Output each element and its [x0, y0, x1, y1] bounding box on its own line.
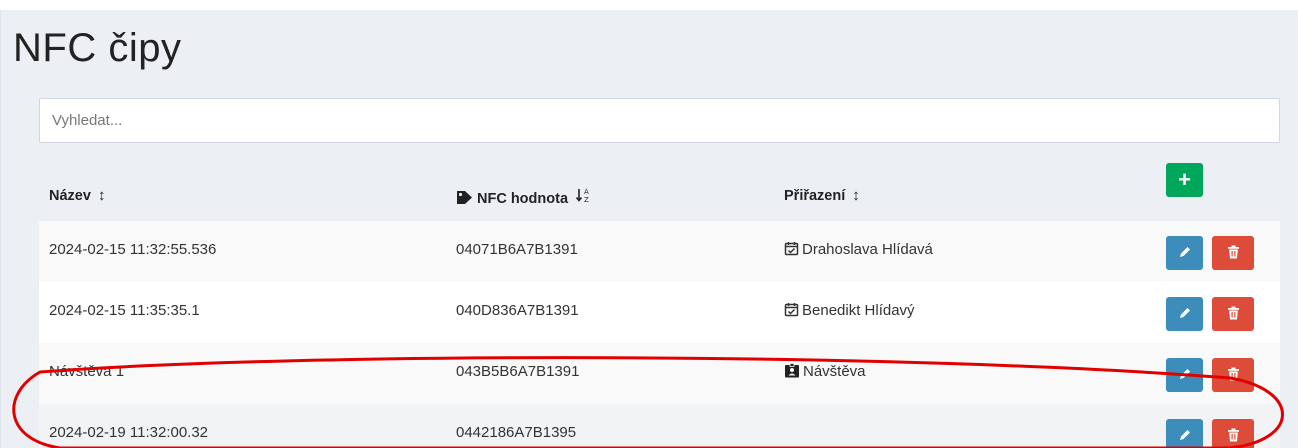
pencil-icon [1178, 306, 1192, 323]
row-assignment-label: Návštěva [803, 363, 866, 380]
column-header-nfc[interactable]: NFC hodnota AZ [456, 187, 591, 209]
delete-button[interactable] [1212, 297, 1254, 331]
column-header-name[interactable]: Název ↕ [49, 187, 105, 204]
row-nfc: 0442186A7B1395 [456, 424, 577, 441]
delete-button[interactable] [1212, 419, 1254, 448]
calendar-check-icon [784, 241, 799, 260]
sort-icon: ↕ [97, 187, 106, 204]
content-panel: NFC čipy Název ↕ NFC hodnota AZ Přiřazen… [0, 10, 1298, 448]
sort-alpha-down-icon: AZ [575, 187, 591, 207]
trash-icon [1227, 367, 1240, 384]
svg-text:Z: Z [584, 196, 589, 203]
table-row: 2024-02-15 11:35:35.1 040D836A7B1391 Ben… [39, 282, 1280, 343]
pencil-icon [1178, 367, 1192, 384]
sort-icon: ↕ [852, 187, 860, 204]
trash-icon [1227, 306, 1240, 323]
id-badge-icon [784, 363, 800, 382]
delete-button[interactable] [1212, 236, 1254, 270]
edit-button[interactable] [1166, 236, 1203, 270]
column-header-assignment-label: Přiřazení [784, 188, 846, 204]
row-name: 2024-02-15 11:32:55.536 [49, 241, 217, 258]
trash-icon [1227, 245, 1240, 262]
row-name: 2024-02-19 11:32:00.32 [49, 424, 209, 441]
row-assignment: Drahoslava Hlídavá [784, 241, 933, 260]
edit-button[interactable] [1166, 419, 1203, 448]
row-name: Návštěva 1 [49, 363, 125, 380]
row-assignment-label: Drahoslava Hlídavá [802, 241, 933, 258]
tag-icon [456, 190, 473, 209]
page-title: NFC čipy [13, 26, 182, 70]
calendar-check-icon [784, 302, 799, 321]
table-row: 2024-02-19 11:32:00.32 0442186A7B1395 [39, 404, 1280, 448]
column-header-name-label: Název [49, 188, 91, 204]
row-assignment: Návštěva [784, 363, 866, 382]
row-nfc: 040D836A7B1391 [456, 302, 579, 319]
column-header-nfc-label: NFC hodnota [477, 191, 569, 207]
pencil-icon [1178, 428, 1192, 445]
add-button[interactable]: + [1166, 163, 1203, 197]
trash-icon [1227, 428, 1240, 445]
nfc-table: Název ↕ NFC hodnota AZ Přiřazení ↕ + 202… [39, 143, 1280, 448]
row-assignment-label: Benedikt Hlídavý [802, 302, 915, 319]
table-row: 2024-02-15 11:32:55.536 04071B6A7B1391 D… [39, 221, 1280, 282]
table-header: Název ↕ NFC hodnota AZ Přiřazení ↕ + [39, 143, 1280, 221]
row-assignment: Benedikt Hlídavý [784, 302, 915, 321]
edit-button[interactable] [1166, 297, 1203, 331]
row-name: 2024-02-15 11:35:35.1 [49, 302, 200, 319]
column-header-assignment[interactable]: Přiřazení ↕ [784, 187, 860, 204]
table-row: Návštěva 1 043B5B6A7B1391 Návštěva [39, 343, 1280, 404]
row-nfc: 04071B6A7B1391 [456, 241, 578, 258]
svg-text:A: A [584, 188, 589, 196]
pencil-icon [1178, 245, 1192, 262]
delete-button[interactable] [1212, 358, 1254, 392]
row-nfc: 043B5B6A7B1391 [456, 363, 580, 380]
plus-icon: + [1178, 167, 1191, 192]
edit-button[interactable] [1166, 358, 1203, 392]
search-input[interactable] [39, 98, 1280, 143]
